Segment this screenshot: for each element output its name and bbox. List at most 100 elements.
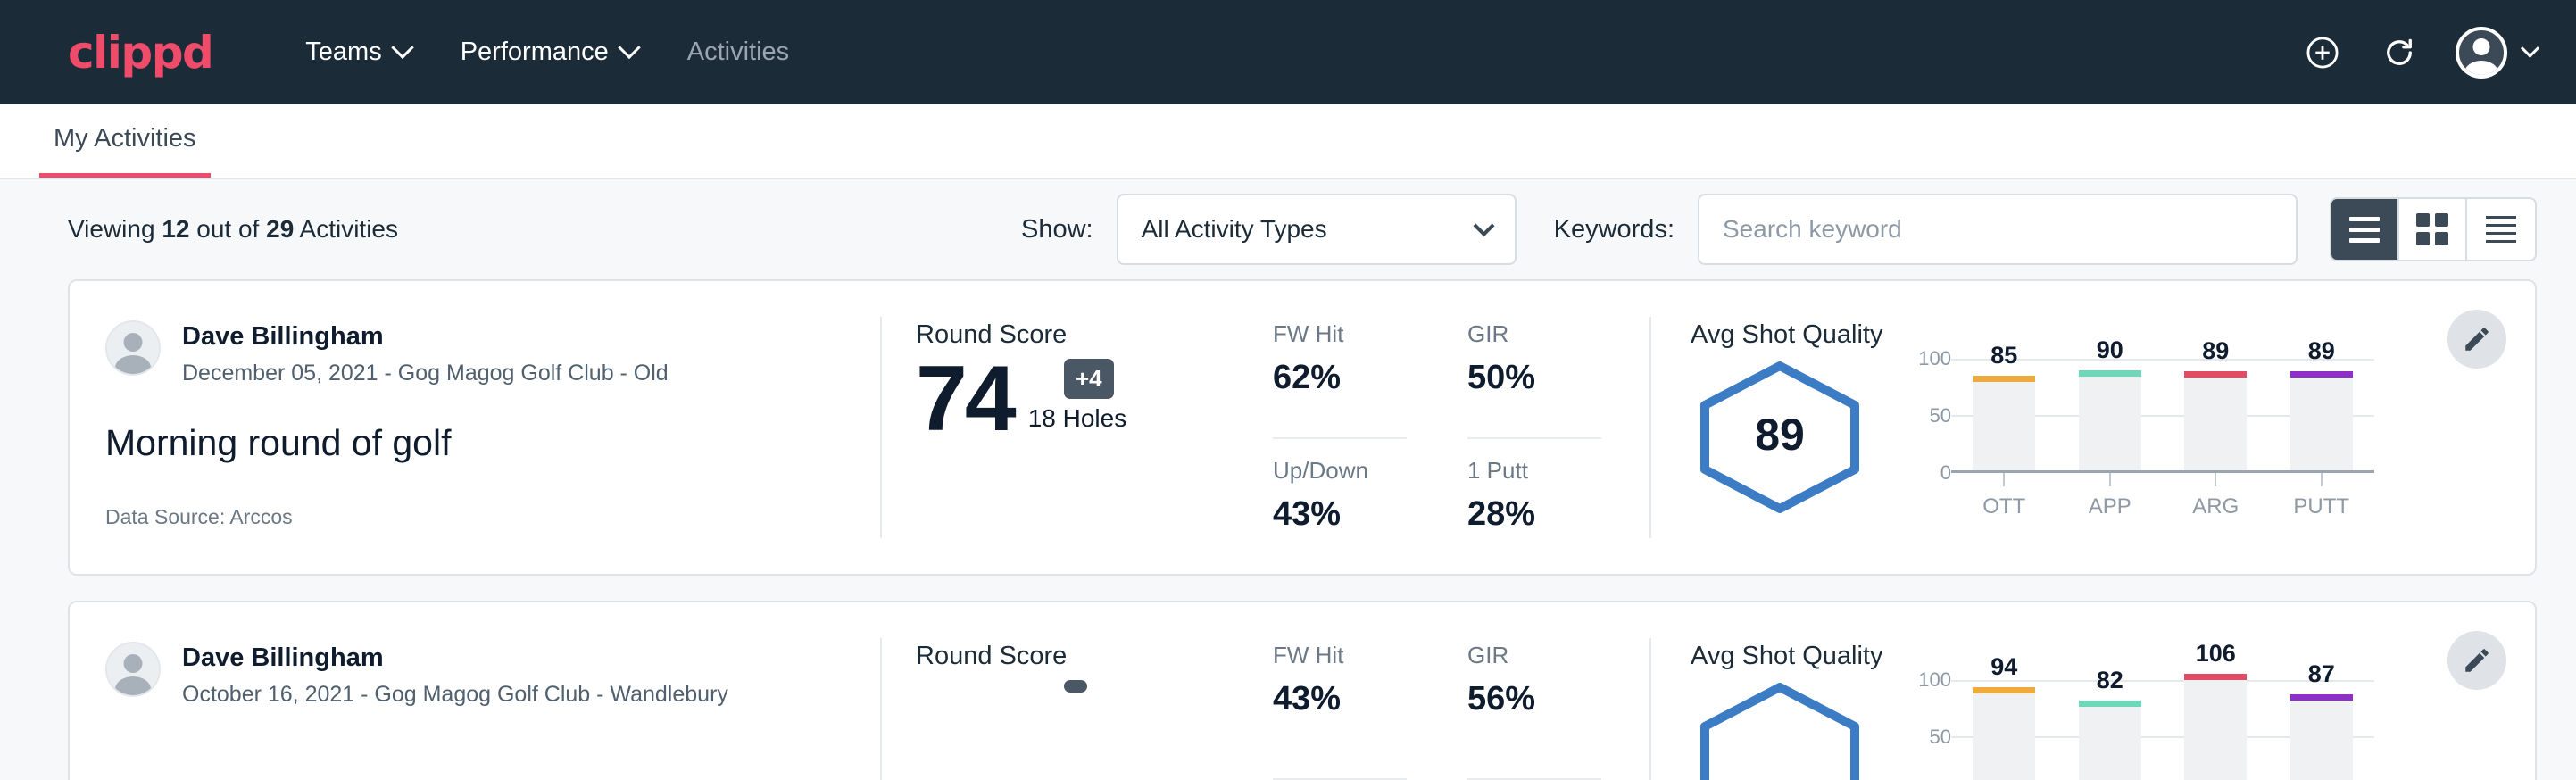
grid-view-button[interactable] <box>2399 199 2467 260</box>
search-input[interactable] <box>1698 194 2298 265</box>
bar-putt-cap <box>2290 371 2353 378</box>
score-to-par-badge <box>1064 680 1087 693</box>
stat-gir-label: GIR <box>1467 320 1601 348</box>
stat-gir-value: 50% <box>1467 359 1601 397</box>
avg-shot-quality-section: Avg Shot Quality 89 100 50 0 <box>1651 281 2535 574</box>
activity-meta: December 05, 2021 - Gog Magog Golf Club … <box>182 361 669 386</box>
refresh-button[interactable] <box>2379 32 2420 73</box>
avg-shot-quality-hexagon: 89 <box>1691 359 1869 510</box>
nav-item-activities[interactable]: Activities <box>687 37 789 67</box>
stat-fw-hit-value: 62% <box>1273 359 1407 397</box>
clippd-logo[interactable]: clippd <box>68 30 212 75</box>
viewing-count: 12 <box>162 215 189 243</box>
bar-arg-value: 89 <box>2202 337 2229 365</box>
player-name: Dave Billingham <box>182 320 669 353</box>
x-tick-ott: OTT <box>1973 473 2035 519</box>
y-tick-50: 50 <box>1930 404 1951 427</box>
bar-putt-cap <box>2290 694 2353 701</box>
activity-card[interactable]: Dave Billingham December 05, 2021 - Gog … <box>68 279 2537 576</box>
tab-bar: My Activities <box>0 104 2576 179</box>
avatar <box>105 642 161 697</box>
bar-app: 90 <box>2079 370 2141 471</box>
activity-data-source: Data Source: Arccos <box>105 505 844 529</box>
shot-quality-bar-chart: 100 50 0 94 <box>1903 680 2374 780</box>
x-tick-ott-label: OTT <box>1973 494 2035 519</box>
viewing-summary: Viewing 12 out of 29 Activities <box>68 215 398 244</box>
nav-item-teams[interactable]: Teams <box>305 37 410 67</box>
tab-my-activities[interactable]: My Activities <box>39 124 211 178</box>
round-score-section: Round Score 74 +4 18 Holes FW Hit 62% GI… <box>882 281 1649 574</box>
edit-activity-button[interactable] <box>2447 310 2506 369</box>
round-score-label: Round Score <box>916 320 1273 350</box>
account-button[interactable] <box>2456 27 2537 79</box>
viewing-suffix: Activities <box>300 215 398 243</box>
compact-view-button[interactable] <box>2467 199 2535 260</box>
score-to-par-badge: +4 <box>1064 359 1114 399</box>
list-icon <box>2349 217 2380 243</box>
stat-up-down-value: 43% <box>1273 495 1407 534</box>
activity-type-select-value: All Activity Types <box>1142 215 1327 244</box>
stat-gir: GIR 50% <box>1467 320 1601 439</box>
x-tick-app-label: APP <box>2079 494 2141 519</box>
activity-card[interactable]: Dave Billingham October 16, 2021 - Gog M… <box>68 601 2537 780</box>
activity-list: Dave Billingham December 05, 2021 - Gog … <box>0 279 2576 780</box>
x-tick-putt-label: PUTT <box>2290 494 2353 519</box>
bar-arg: 89 <box>2184 371 2247 470</box>
activity-summary: Dave Billingham October 16, 2021 - Gog M… <box>70 602 880 780</box>
edit-activity-button[interactable] <box>2447 631 2506 690</box>
stat-one-putt-value: 28% <box>1467 495 1601 534</box>
top-bar-actions <box>2302 27 2537 79</box>
round-score-label: Round Score <box>916 642 1273 671</box>
add-button[interactable] <box>2302 32 2343 73</box>
activity-meta: October 16, 2021 - Gog Magog Golf Club -… <box>182 682 728 708</box>
nav-item-performance[interactable]: Performance <box>461 37 637 67</box>
round-stats: FW Hit 43% GIR 56% Up/Down 1 Putt <box>1273 642 1601 780</box>
activity-summary: Dave Billingham December 05, 2021 - Gog … <box>70 281 880 574</box>
holes-label: 18 Holes <box>1028 404 1127 433</box>
stat-one-putt: 1 Putt 28% <box>1467 457 1601 574</box>
bar-ott: 94 <box>1973 687 2035 780</box>
keywords-label: Keywords: <box>1554 215 1674 245</box>
stat-up-down-label: Up/Down <box>1273 457 1407 485</box>
compact-list-icon <box>2486 216 2516 243</box>
stat-fw-hit-value: 43% <box>1273 680 1407 718</box>
bar-arg-value: 106 <box>2196 640 2236 668</box>
stat-gir-value: 56% <box>1467 680 1601 718</box>
round-score-section: Round Score FW Hit 43% GIR 56% Up/Down <box>882 602 1649 780</box>
bar-app-cap <box>2079 370 2141 377</box>
main-nav: Teams Performance Activities <box>305 37 789 67</box>
y-tick-50: 50 <box>1930 726 1951 749</box>
bar-app-value: 90 <box>2097 336 2123 364</box>
bar-arg-cap <box>2184 371 2247 378</box>
top-navigation-bar: clippd Teams Performance Activities <box>0 0 2576 104</box>
show-label: Show: <box>1021 215 1093 245</box>
bar-ott-value: 94 <box>1990 653 2017 681</box>
player-block: Dave Billingham October 16, 2021 - Gog M… <box>105 642 844 708</box>
nav-item-performance-label: Performance <box>461 37 609 67</box>
bar-app-value: 82 <box>2097 667 2123 694</box>
avg-shot-quality-section: Avg Shot Quality 100 50 0 <box>1651 602 2535 780</box>
bar-arg-cap <box>2184 674 2247 680</box>
chart-x-axis: OTT APP ARG PUTT <box>1951 473 2374 519</box>
viewing-total: 29 <box>266 215 294 243</box>
x-tick-putt: PUTT <box>2290 473 2353 519</box>
chart-y-axis: 100 50 0 <box>1903 359 1951 473</box>
stat-fw-hit-label: FW Hit <box>1273 320 1407 348</box>
stat-fw-hit-label: FW Hit <box>1273 642 1407 669</box>
stat-fw-hit: FW Hit 62% <box>1273 320 1407 439</box>
bar-putt: 89 <box>2290 371 2353 470</box>
bar-ott: 85 <box>1973 376 2035 470</box>
list-view-button[interactable] <box>2331 199 2399 260</box>
bar-putt-value: 89 <box>2308 337 2335 365</box>
y-tick-100: 100 <box>1918 347 1951 370</box>
shot-quality-bar-chart: 100 50 0 85 <box>1903 359 2374 519</box>
edit-icon <box>2462 324 2492 354</box>
player-block: Dave Billingham December 05, 2021 - Gog … <box>105 320 844 386</box>
bar-app: 82 <box>2079 701 2141 780</box>
viewing-prefix: Viewing <box>68 215 155 243</box>
chart-plot-area: 85 90 89 <box>1951 359 2374 473</box>
activity-type-select[interactable]: All Activity Types <box>1117 194 1517 265</box>
avg-shot-quality-value <box>1691 680 1869 780</box>
bar-putt: 87 <box>2290 694 2353 780</box>
bar-putt-value: 87 <box>2308 660 2335 688</box>
